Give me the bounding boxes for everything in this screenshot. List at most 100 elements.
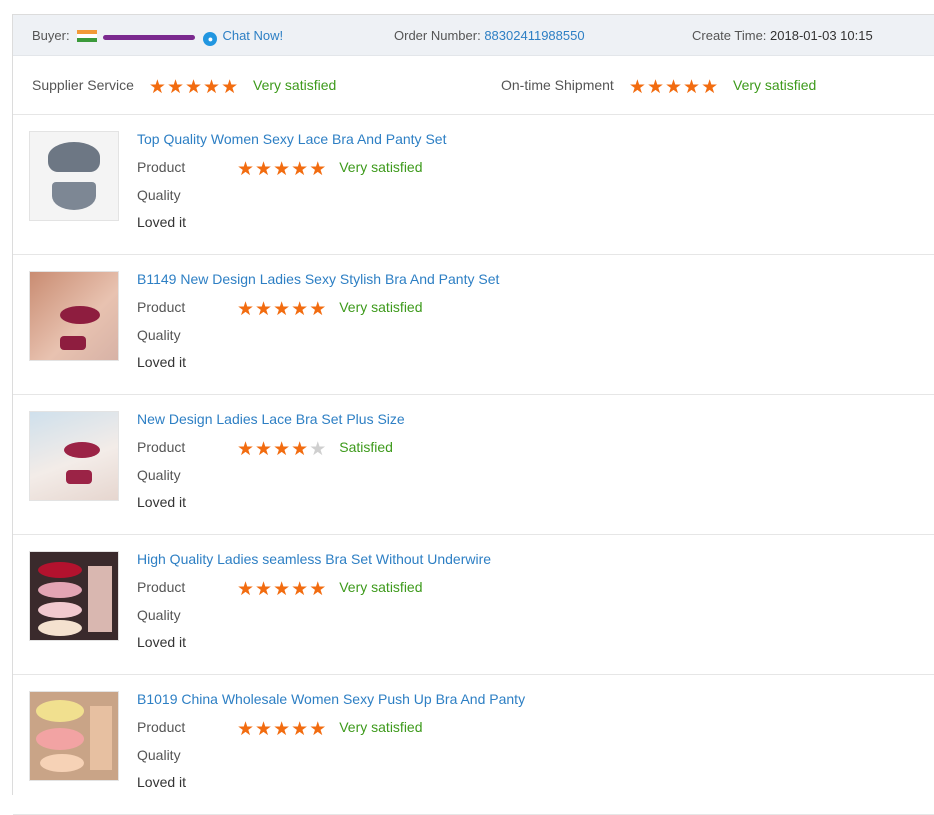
review-comment: Loved it xyxy=(137,214,187,230)
star-filled-icon: ★ xyxy=(628,77,647,98)
rating-text: Very satisfied xyxy=(339,719,423,735)
star-filled-icon: ★ xyxy=(255,579,274,600)
star-filled-icon: ★ xyxy=(273,439,292,460)
create-time-label: Create Time: xyxy=(692,28,767,43)
review-comment: Loved it xyxy=(137,354,187,370)
product-thumbnail[interactable] xyxy=(29,551,119,641)
product-rating-label: Product xyxy=(137,159,186,175)
product-rating: ★★★★★ Satisfied xyxy=(237,439,393,459)
review-comment: Loved it xyxy=(137,634,187,650)
star-rating: ★★★★★ xyxy=(237,579,328,600)
order-number: Order Number: 88302411988550 xyxy=(394,28,585,43)
product-rating-label: Product xyxy=(137,299,186,315)
star-rating: ★★★★★ xyxy=(149,77,240,98)
product-review-row: B1149 New Design Ladies Sexy Stylish Bra… xyxy=(13,255,934,395)
create-time: Create Time: 2018-01-03 10:15 xyxy=(692,28,873,43)
quality-label: Quality xyxy=(137,467,181,483)
star-rating: ★★★★★ xyxy=(237,299,328,320)
star-filled-icon: ★ xyxy=(221,77,240,98)
product-review-list: Top Quality Women Sexy Lace Bra And Pant… xyxy=(13,115,934,815)
star-filled-icon: ★ xyxy=(291,719,310,740)
chat-now-button[interactable]: ● Chat Now! xyxy=(203,28,284,46)
quality-label: Quality xyxy=(137,327,181,343)
product-rating-label: Product xyxy=(137,579,186,595)
star-rating: ★★★★★ xyxy=(237,439,328,460)
star-filled-icon: ★ xyxy=(309,159,328,180)
order-number-link[interactable]: 88302411988550 xyxy=(484,28,584,43)
product-title-link[interactable]: Top Quality Women Sexy Lace Bra And Pant… xyxy=(137,131,446,147)
buyer-info: Buyer: xxxxxxxxxxxxxx ● Chat Now! xyxy=(32,28,283,46)
star-filled-icon: ★ xyxy=(273,579,292,600)
product-title-link[interactable]: High Quality Ladies seamless Bra Set Wit… xyxy=(137,551,491,567)
chat-bubble-icon: ● xyxy=(203,32,218,46)
star-filled-icon: ★ xyxy=(255,299,274,320)
star-filled-icon: ★ xyxy=(255,159,274,180)
order-header: Buyer: xxxxxxxxxxxxxx ● Chat Now! Order N… xyxy=(13,15,934,56)
on-time-shipment-label: On-time Shipment xyxy=(501,77,614,93)
rating-text: Very satisfied xyxy=(339,579,423,595)
overall-ratings: Supplier Service ★★★★★ Very satisfied On… xyxy=(13,56,934,115)
star-filled-icon: ★ xyxy=(701,77,720,98)
star-filled-icon: ★ xyxy=(273,159,292,180)
product-thumbnail[interactable] xyxy=(29,411,119,501)
product-thumbnail[interactable] xyxy=(29,271,119,361)
product-thumbnail[interactable] xyxy=(29,131,119,221)
buyer-name-redacted: xxxxxxxxxxxxxx xyxy=(102,28,195,43)
order-number-label: Order Number: xyxy=(394,28,481,43)
rating-text: Very satisfied xyxy=(253,77,337,93)
star-filled-icon: ★ xyxy=(291,439,310,460)
star-rating: ★★★★★ xyxy=(237,719,328,740)
star-filled-icon: ★ xyxy=(291,159,310,180)
star-filled-icon: ★ xyxy=(237,579,256,600)
supplier-service-rating: Supplier Service ★★★★★ Very satisfied xyxy=(32,77,336,97)
star-filled-icon: ★ xyxy=(309,719,328,740)
star-rating: ★★★★★ xyxy=(628,77,720,98)
feedback-panel: Buyer: xxxxxxxxxxxxxx ● Chat Now! Order N… xyxy=(12,14,934,815)
product-rating-label: Product xyxy=(137,719,186,735)
quality-label: Quality xyxy=(137,747,181,763)
review-comment: Loved it xyxy=(137,494,187,510)
star-filled-icon: ★ xyxy=(309,299,328,320)
star-filled-icon: ★ xyxy=(291,579,310,600)
star-filled-icon: ★ xyxy=(255,439,274,460)
star-filled-icon: ★ xyxy=(273,299,292,320)
star-filled-icon: ★ xyxy=(309,579,328,600)
product-title-link[interactable]: B1149 New Design Ladies Sexy Stylish Bra… xyxy=(137,271,499,287)
chat-now-label: Chat Now! xyxy=(222,28,284,43)
star-empty-icon: ★ xyxy=(309,439,328,460)
buyer-label: Buyer: xyxy=(32,28,70,43)
on-time-shipment-rating: On-time Shipment ★★★★★ Very satisfied xyxy=(501,77,816,97)
product-title-link[interactable]: New Design Ladies Lace Bra Set Plus Size xyxy=(137,411,405,427)
rating-text: Very satisfied xyxy=(733,77,817,93)
star-filled-icon: ★ xyxy=(237,299,256,320)
product-rating: ★★★★★ Very satisfied xyxy=(237,299,423,319)
india-flag-icon xyxy=(77,30,98,42)
product-rating: ★★★★★ Very satisfied xyxy=(237,579,423,599)
star-filled-icon: ★ xyxy=(203,77,222,98)
star-filled-icon: ★ xyxy=(184,77,204,98)
star-filled-icon: ★ xyxy=(166,77,185,98)
star-filled-icon: ★ xyxy=(664,77,684,98)
rating-text: Very satisfied xyxy=(339,299,423,315)
star-filled-icon: ★ xyxy=(646,77,665,98)
rating-text: Satisfied xyxy=(339,439,393,455)
supplier-service-label: Supplier Service xyxy=(32,77,134,93)
star-filled-icon: ★ xyxy=(683,77,702,98)
product-review-row: B1019 China Wholesale Women Sexy Push Up… xyxy=(13,675,934,815)
product-rating: ★★★★★ Very satisfied xyxy=(237,719,423,739)
star-filled-icon: ★ xyxy=(237,159,256,180)
product-review-row: High Quality Ladies seamless Bra Set Wit… xyxy=(13,535,934,675)
product-review-row: Top Quality Women Sexy Lace Bra And Pant… xyxy=(13,115,934,255)
rating-text: Very satisfied xyxy=(339,159,423,175)
product-title-link[interactable]: B1019 China Wholesale Women Sexy Push Up… xyxy=(137,691,525,707)
product-review-row: New Design Ladies Lace Bra Set Plus Size… xyxy=(13,395,934,535)
product-rating-label: Product xyxy=(137,439,186,455)
product-thumbnail[interactable] xyxy=(29,691,119,781)
quality-label: Quality xyxy=(137,607,181,623)
quality-label: Quality xyxy=(137,187,181,203)
star-filled-icon: ★ xyxy=(291,299,310,320)
star-filled-icon: ★ xyxy=(255,719,274,740)
product-rating: ★★★★★ Very satisfied xyxy=(237,159,423,179)
star-filled-icon: ★ xyxy=(237,439,256,460)
star-filled-icon: ★ xyxy=(273,719,292,740)
